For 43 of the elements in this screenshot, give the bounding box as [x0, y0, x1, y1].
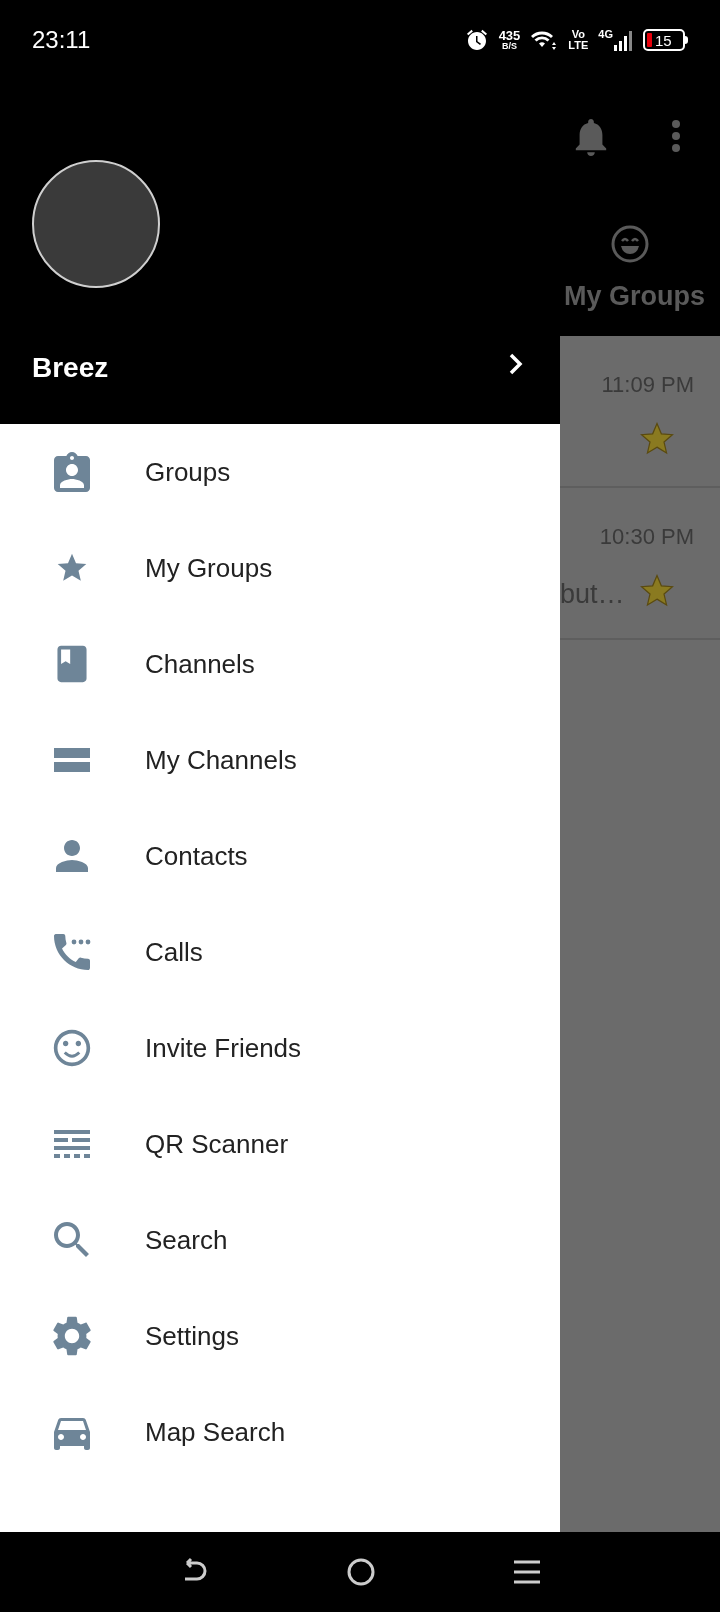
bell-icon[interactable]	[574, 118, 608, 156]
settings-icon	[52, 1316, 92, 1356]
smiley-icon	[52, 1028, 92, 1068]
wifi-icon	[530, 29, 559, 51]
menu-item[interactable]: Channels	[0, 616, 560, 712]
menu-item-label: Invite Friends	[145, 1031, 302, 1065]
network-type: 4G	[598, 29, 613, 40]
menu-item-label: Settings	[145, 1319, 239, 1353]
menu-item[interactable]: Invite Friends	[0, 1000, 560, 1096]
volte-label: LTE	[568, 40, 589, 51]
menu-item-label: Calls	[145, 935, 203, 969]
menu-item[interactable]: Search	[0, 1192, 560, 1288]
menu-item-label: QR Scanner	[145, 1127, 289, 1161]
menu-item-label: Map Search	[145, 1415, 286, 1449]
assignment-person-icon	[52, 452, 92, 492]
network-speed: 435	[498, 29, 521, 42]
more-options-icon[interactable]	[671, 119, 681, 153]
menu-item[interactable]: Groups	[0, 424, 560, 520]
battery-indicator: 15	[643, 29, 688, 51]
menu-item[interactable]: Calls	[0, 904, 560, 1000]
menu-item-label: Contacts	[145, 839, 248, 873]
menu-item[interactable]: Map Search	[0, 1384, 560, 1480]
phone-icon	[52, 932, 92, 972]
menu-item-label: Channels	[145, 647, 255, 681]
menu-item-label: Search	[145, 1223, 228, 1257]
menu-item[interactable]: My Groups	[0, 520, 560, 616]
volte-label: Vo	[571, 29, 585, 40]
menu-item[interactable]: QR Scanner	[0, 1096, 560, 1192]
menu-item[interactable]: Contacts	[0, 808, 560, 904]
home-icon[interactable]	[346, 1557, 376, 1587]
menu-icon[interactable]	[513, 1558, 542, 1586]
menu-item[interactable]: Settings	[0, 1288, 560, 1384]
alarm-icon	[464, 28, 489, 52]
user-name[interactable]: Breez	[32, 347, 109, 389]
smiley-icon	[610, 224, 650, 264]
chevron-right-icon[interactable]	[508, 352, 524, 376]
menu-item-label: My Groups	[145, 551, 273, 585]
clock-time: 23:11	[32, 25, 91, 55]
network-speed-unit: B/S	[502, 42, 517, 51]
menu-item[interactable]: My Channels	[0, 712, 560, 808]
menu-item-label: Groups	[145, 455, 231, 489]
signal-icon	[613, 29, 633, 51]
menu-item-label: My Channels	[145, 743, 297, 777]
